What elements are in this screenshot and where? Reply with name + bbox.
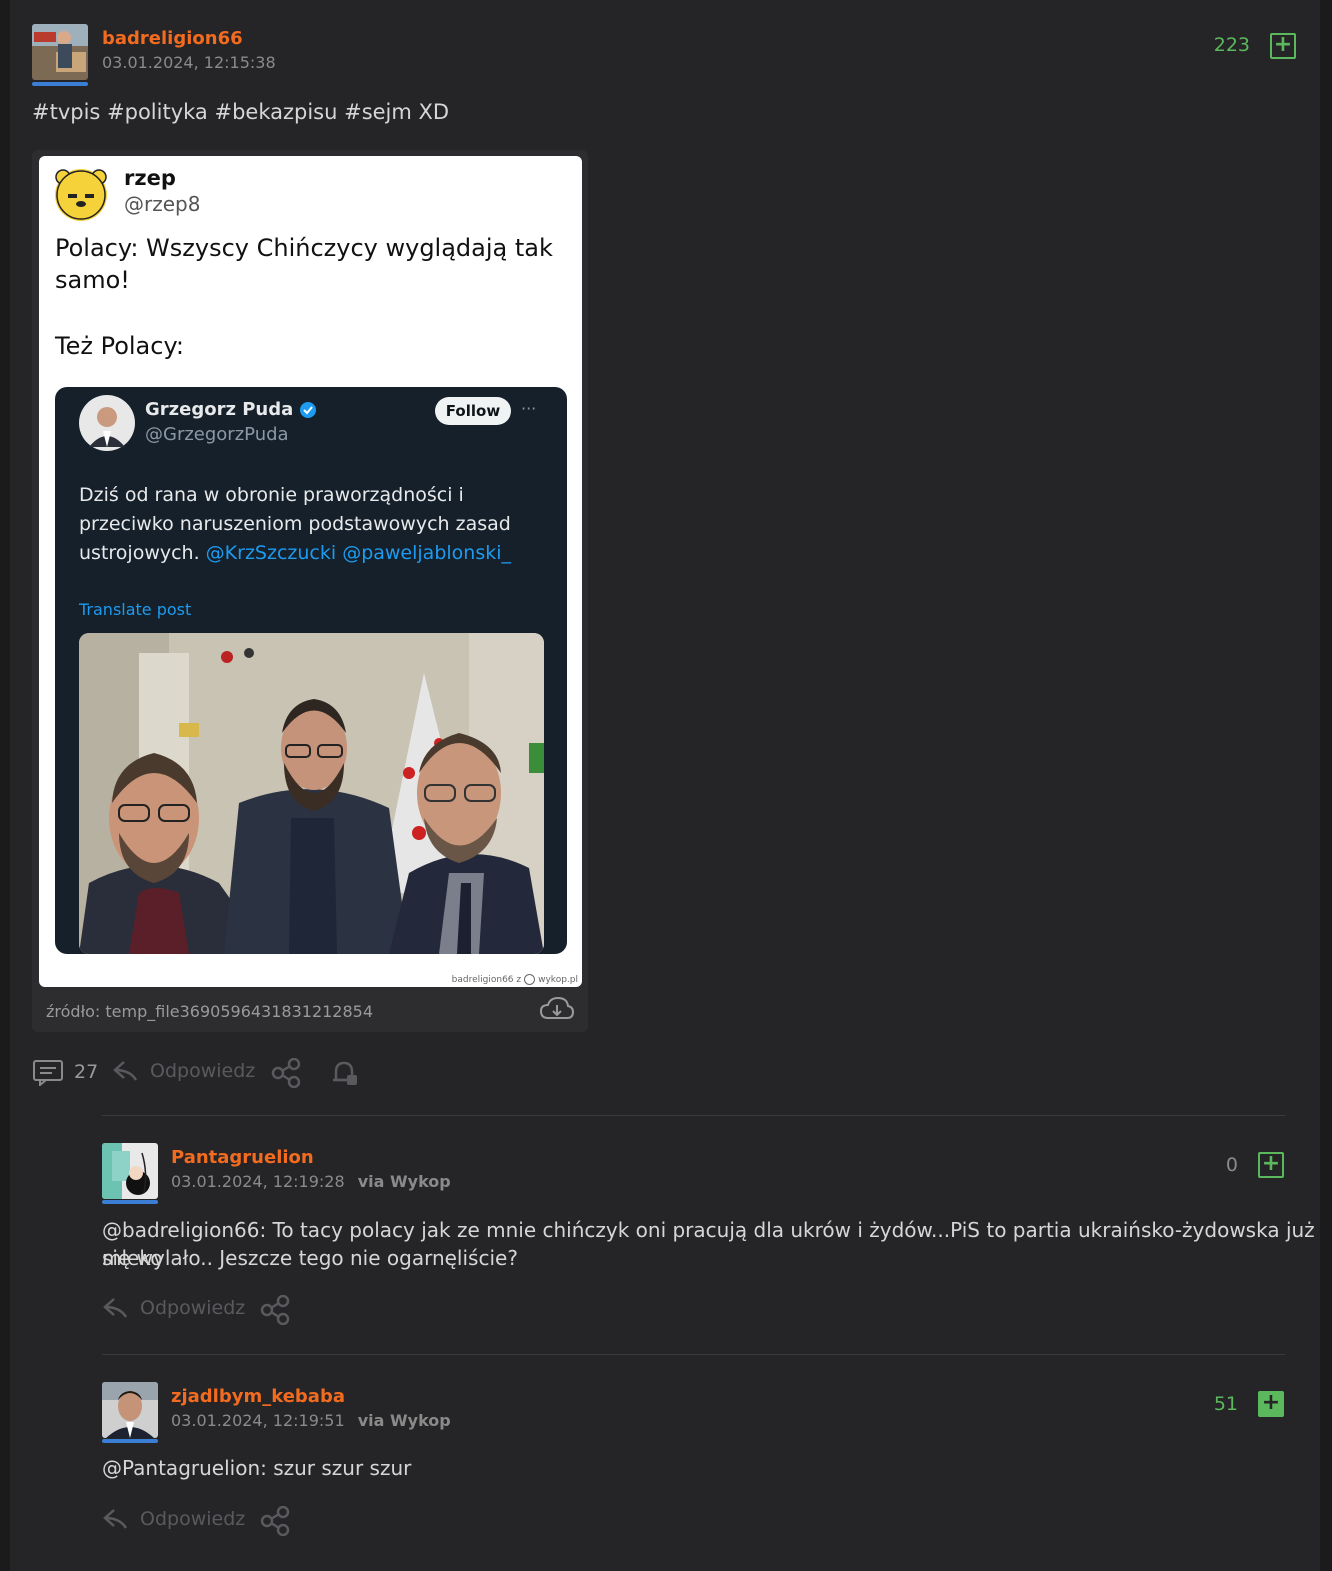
reply-button[interactable]: Odpowiedz (102, 1506, 245, 1532)
reply-label: Odpowiedz (140, 1297, 246, 1319)
divider (102, 1115, 1285, 1116)
reply-label: Odpowiedz (150, 1060, 256, 1082)
comment-date-row: 03.01.2024, 12:19:28 via Wykop (171, 1172, 451, 1191)
watermark-user: badreligion66 z (451, 974, 522, 985)
puda-avatar (79, 395, 135, 451)
comment-via: via Wykop (357, 1172, 451, 1191)
comments-count[interactable]: 27 (32, 1058, 98, 1086)
plus-icon: + (1261, 1390, 1281, 1415)
bell-icon[interactable] (330, 1058, 360, 1088)
watermark: badreligion66 z wykop.pl (452, 974, 578, 985)
reply-label: Odpowiedz (140, 1508, 246, 1530)
avatar-underline (32, 82, 88, 86)
avatar[interactable] (32, 24, 88, 80)
verified-icon (300, 401, 317, 418)
post-media[interactable]: rzep @rzep8 Polacy: Wszyscy Chińczycy wy… (32, 150, 588, 1032)
plus-icon: + (1261, 1151, 1281, 1176)
avatar-image (102, 1382, 158, 1438)
plus-icon: + (1273, 32, 1293, 57)
avatar-image (102, 1143, 158, 1199)
comment-date[interactable]: 03.01.2024, 12:19:51 (171, 1411, 345, 1430)
reply-icon (103, 1509, 128, 1529)
post-plus-button[interactable]: + (1270, 33, 1296, 59)
comment-via: via Wykop (357, 1411, 451, 1430)
share-icon[interactable] (260, 1506, 290, 1536)
rzep-name: rzep (124, 166, 176, 190)
rzep-line3: Też Polacy: (55, 332, 184, 360)
post-votes: 223 (1213, 34, 1250, 56)
rzep-line1: Polacy: Wszyscy Chińczycy wyglądają tak (55, 234, 553, 262)
post-date[interactable]: 03.01.2024, 12:15:38 (102, 53, 276, 72)
avatar-underline (102, 1200, 158, 1204)
reply-icon (103, 1298, 128, 1318)
reply-icon (113, 1061, 138, 1081)
comment-author[interactable]: Pantagruelion (171, 1147, 314, 1168)
puda-text1: Dziś od rana w obronie praworządności i (79, 484, 464, 506)
avatar[interactable] (102, 1143, 158, 1199)
divider (102, 1354, 1285, 1355)
translate-link[interactable]: Translate post (79, 600, 191, 619)
comment-votes: 51 (1213, 1393, 1238, 1415)
watermark-site: wykop.pl (538, 974, 578, 985)
mention-2[interactable]: @paweljablonski_ (342, 542, 511, 564)
avatar-underline (102, 1439, 158, 1443)
avatar-image (32, 24, 88, 80)
rzep-handle: @rzep8 (124, 192, 201, 216)
reply-button[interactable]: Odpowiedz (112, 1058, 255, 1084)
rzep-avatar (55, 169, 107, 221)
cloud-download-icon[interactable] (540, 996, 574, 1022)
mention-1[interactable]: @KrzSzczucki (206, 542, 336, 564)
puda-text3-row: ustrojowych. @KrzSzczucki @paweljablonsk… (79, 542, 511, 564)
media-source[interactable]: źródło: temp_file3690596431831212854 (46, 1002, 373, 1021)
comment-date-row: 03.01.2024, 12:19:51 via Wykop (171, 1411, 451, 1430)
tweet-photo[interactable] (79, 633, 544, 954)
more-icon[interactable]: ··· (521, 399, 536, 418)
comment-votes: 0 (1225, 1154, 1238, 1176)
post-text: #tvpis #polityka #bekazpisu #sejm XD (32, 100, 450, 124)
watermark-logo (524, 974, 536, 985)
puda-name-row: Grzegorz Puda (145, 399, 317, 420)
share-icon[interactable] (271, 1058, 301, 1088)
follow-button[interactable]: Follow (435, 397, 511, 425)
comment-author[interactable]: zjadlbym_kebaba (171, 1386, 345, 1407)
comment-text-line2: się wylało.. Jeszcze tego nie ogarnęliśc… (102, 1246, 518, 1270)
embedded-screenshot[interactable]: rzep @rzep8 Polacy: Wszyscy Chińczycy wy… (39, 156, 582, 987)
comment-plus-button[interactable]: + (1258, 1152, 1284, 1178)
inner-tweet: Grzegorz Puda @GrzegorzPuda Follow ··· D… (55, 387, 567, 954)
share-icon[interactable] (260, 1295, 290, 1325)
reply-button[interactable]: Odpowiedz (102, 1295, 245, 1321)
entry-card: badreligion66 03.01.2024, 12:15:38 223 +… (10, 0, 1320, 1571)
puda-name: Grzegorz Puda (145, 399, 294, 420)
comment-date[interactable]: 03.01.2024, 12:19:28 (171, 1172, 345, 1191)
comments-icon (33, 1060, 63, 1086)
comments-count-value: 27 (74, 1061, 99, 1083)
puda-handle: @GrzegorzPuda (145, 424, 289, 445)
comment-plus-button[interactable]: + (1258, 1391, 1284, 1417)
avatar[interactable] (102, 1382, 158, 1438)
rzep-line2: samo! (55, 266, 130, 294)
puda-text2: przeciwko naruszeniom podstawowych zasad (79, 513, 511, 535)
comment-text-line1: @Pantagruelion: szur szur szur (102, 1456, 412, 1480)
post-author[interactable]: badreligion66 (102, 28, 243, 49)
puda-text3: ustrojowych. (79, 542, 200, 564)
